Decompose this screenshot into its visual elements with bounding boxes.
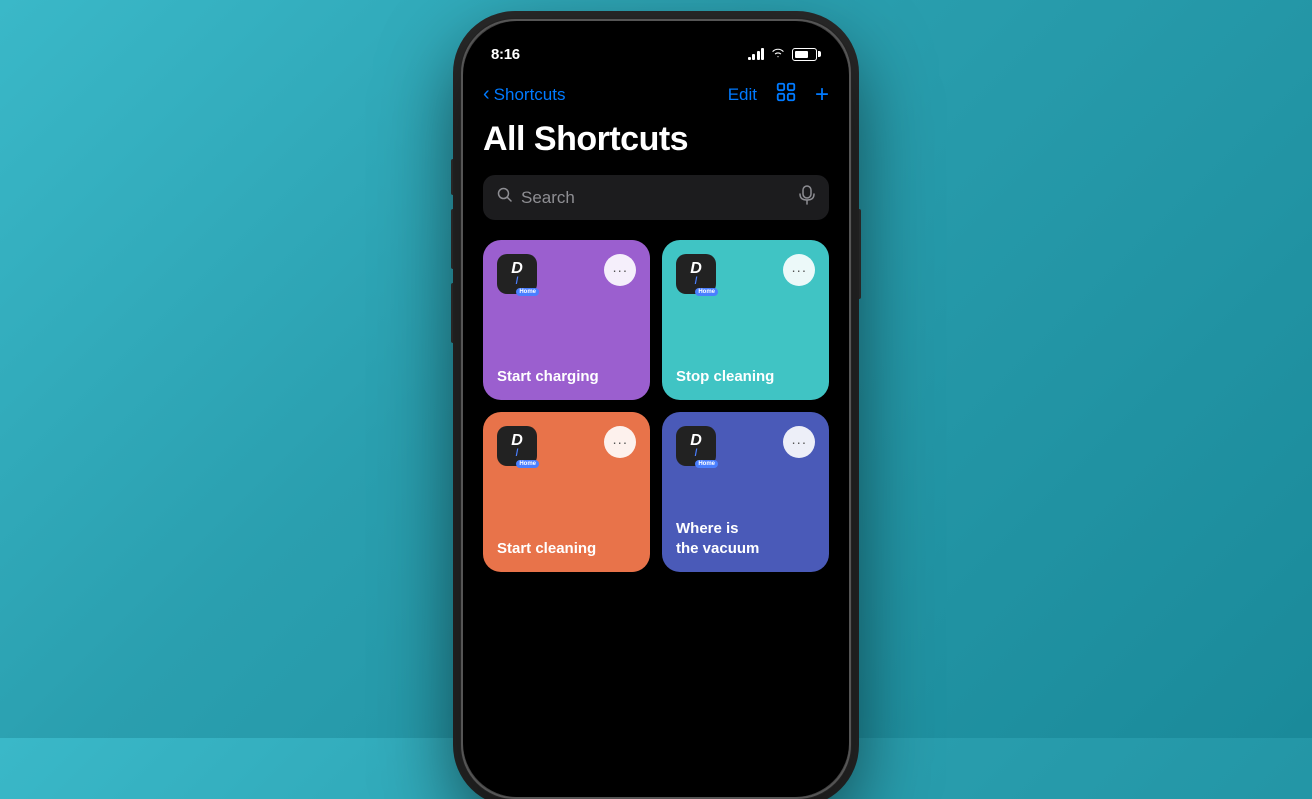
battery-fill [795, 51, 808, 58]
signal-bar-1 [748, 57, 751, 60]
shortcut-card-start-charging[interactable]: D / Home ··· Start charging [483, 240, 650, 400]
status-time: 8:16 [491, 46, 520, 63]
shortcut-title: Start cleaning [497, 539, 636, 559]
app-icon: D / Home [676, 254, 716, 294]
more-options-button[interactable]: ··· [604, 426, 636, 458]
signal-bar-2 [752, 54, 755, 60]
app-icon: D / Home [676, 426, 716, 466]
card-top: D / Home ··· [497, 254, 636, 294]
volume-up-button[interactable] [451, 209, 455, 269]
search-bar[interactable]: Search [483, 175, 829, 220]
power-button[interactable] [857, 209, 861, 299]
wifi-icon [770, 47, 786, 61]
card-top: D / Home ··· [676, 254, 815, 294]
more-options-button[interactable]: ··· [783, 426, 815, 458]
app-badge: Home [695, 460, 718, 468]
shortcut-card-stop-cleaning[interactable]: D / Home ··· Stop cleaning [662, 240, 829, 400]
app-badge: Home [516, 460, 539, 468]
app-letter: D [511, 433, 523, 449]
phone-screen: 8:16 [463, 21, 849, 797]
dynamic-island [596, 31, 716, 65]
add-shortcut-button[interactable]: + [815, 83, 829, 107]
shortcut-card-start-cleaning[interactable]: D / Home ··· Start cleaning [483, 412, 650, 572]
battery-body [792, 48, 817, 61]
phone-frame: 8:16 [461, 19, 851, 799]
app-slash: / [516, 449, 519, 459]
shortcut-title: Where isthe vacuum [676, 519, 815, 558]
app-badge: Home [516, 288, 539, 296]
mute-button[interactable] [451, 159, 455, 195]
shortcut-card-where-vacuum[interactable]: D / Home ··· Where isthe vacuum [662, 412, 829, 572]
search-placeholder: Search [521, 188, 791, 208]
nav-bar: ‹ Shortcuts Edit + [463, 73, 849, 116]
search-icon [497, 187, 513, 208]
grid-view-icon[interactable] [775, 81, 797, 108]
shortcut-title: Start charging [497, 367, 636, 387]
back-chevron-icon: ‹ [483, 84, 490, 104]
signal-bar-4 [761, 48, 764, 60]
edit-button[interactable]: Edit [728, 85, 757, 105]
app-letter: D [690, 261, 702, 277]
page-title: All Shortcuts [483, 120, 829, 159]
app-letter: D [511, 261, 523, 277]
app-icon: D / Home [497, 254, 537, 294]
status-bar: 8:16 [463, 21, 849, 73]
app-badge: Home [695, 288, 718, 296]
card-top: D / Home ··· [676, 426, 815, 466]
card-top: D / Home ··· [497, 426, 636, 466]
shortcut-title: Stop cleaning [676, 367, 815, 387]
signal-bar-3 [757, 51, 760, 60]
shortcuts-grid: D / Home ··· Start charging D [483, 240, 829, 572]
app-slash: / [695, 449, 698, 459]
volume-down-button[interactable] [451, 283, 455, 343]
app-letter: D [690, 433, 702, 449]
more-options-button[interactable]: ··· [783, 254, 815, 286]
app-slash: / [695, 277, 698, 287]
nav-back-button[interactable]: ‹ Shortcuts [483, 85, 565, 105]
signal-icon [748, 48, 765, 60]
battery-icon [792, 48, 821, 61]
more-options-button[interactable]: ··· [604, 254, 636, 286]
app-slash: / [516, 277, 519, 287]
content-area: All Shortcuts Search [463, 116, 849, 572]
phone-wrapper: 8:16 [461, 19, 851, 799]
battery-tip [818, 51, 821, 57]
nav-back-label: Shortcuts [494, 85, 566, 105]
nav-actions: Edit + [728, 81, 829, 108]
mic-icon[interactable] [799, 185, 815, 210]
status-icons [748, 47, 822, 61]
app-icon: D / Home [497, 426, 537, 466]
